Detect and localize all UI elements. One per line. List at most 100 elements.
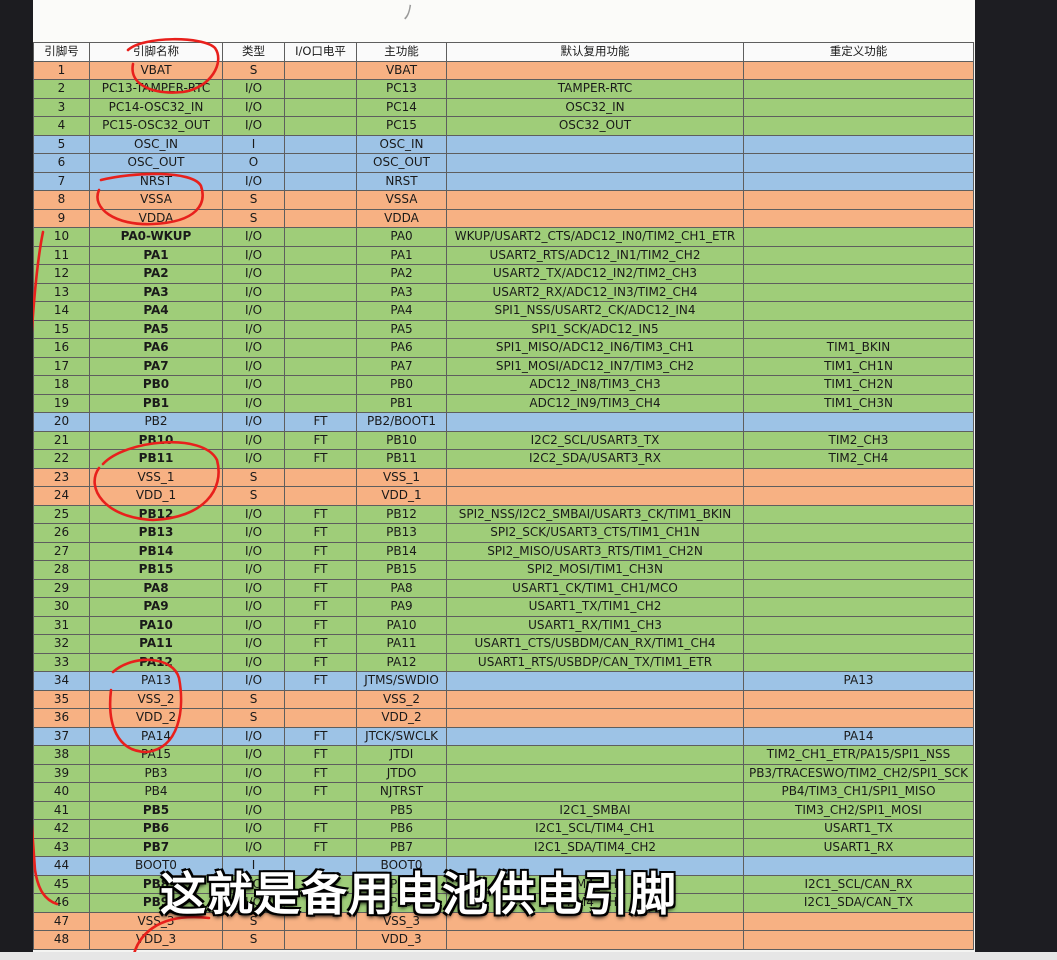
cell-remap-function: [743, 541, 974, 561]
cell-pin-number: 29: [33, 578, 90, 598]
cell-pin-number: 41: [33, 800, 90, 820]
cell-default-alternate: [446, 782, 744, 802]
cell-pin-type: I/O: [222, 97, 285, 117]
cell-default-alternate: OSC32_IN: [446, 97, 744, 117]
cell-pin-number: 43: [33, 837, 90, 857]
cell-pin-type: O: [222, 153, 285, 173]
table-row: 33 PA12 I/O FT PA12 USART1_RTS/USBDP/CAN_TX/T…: [33, 652, 974, 672]
cell-remap-function: TIM2_CH3: [743, 430, 974, 450]
cell-pin-number: 31: [33, 615, 90, 635]
cell-pin-type: I/O: [222, 671, 285, 691]
cell-main-function: PA4: [356, 301, 447, 321]
cell-remap-function: [743, 615, 974, 635]
cell-pin-type: I/O: [222, 615, 285, 635]
cell-main-function: PA0: [356, 227, 447, 247]
cell-remap-function: PA14: [743, 726, 974, 746]
cell-io-level: FT: [284, 597, 357, 617]
cell-main-function: PA8: [356, 578, 447, 598]
cell-main-function: PA12: [356, 652, 447, 672]
table-row: 21 PB10 I/O FT PB10 I2C2_SCL/USART3_TX TIM2_CH…: [33, 430, 974, 450]
cell-remap-function: [743, 578, 974, 598]
cell-io-level: FT: [284, 430, 357, 450]
cell-remap-function: TIM2_CH4: [743, 449, 974, 469]
cell-io-level: [284, 245, 357, 265]
cell-io-level: [284, 79, 357, 99]
table-row: 12 PA2 I/O PA2 USART2_TX/ADC12_IN2/TIM2_CH3: [33, 264, 974, 284]
table-row: 38 PA15 I/O FT JTDI TIM2_CH1_ETR/PA15/SPI1_NS…: [33, 745, 974, 765]
cell-pin-name: PA15: [89, 745, 223, 765]
cell-pin-number: 40: [33, 782, 90, 802]
cell-remap-function: [743, 652, 974, 672]
cell-pin-type: I/O: [222, 763, 285, 783]
header-main-function: 主功能: [356, 42, 447, 62]
cell-io-level: FT: [284, 652, 357, 672]
cell-io-level: FT: [284, 726, 357, 746]
cell-pin-type: I/O: [222, 541, 285, 561]
cell-pin-number: 22: [33, 449, 90, 469]
cell-remap-function: [743, 523, 974, 543]
cell-pin-name: PB2: [89, 412, 223, 432]
cell-main-function: PC14: [356, 97, 447, 117]
cell-pin-number: 19: [33, 393, 90, 413]
cell-pin-number: 5: [33, 134, 90, 154]
cell-pin-type: S: [222, 486, 285, 506]
pin-definition-sheet: ﾉ 引脚号 引脚名称 类型 I/O口电平 主功能 默认复用功能 重定义功能 1V…: [33, 0, 975, 960]
cell-remap-function: [743, 190, 974, 210]
cell-pin-number: 9: [33, 208, 90, 228]
cell-pin-type: I/O: [222, 282, 285, 302]
cell-main-function: NJTRST: [356, 782, 447, 802]
cell-remap-function: [743, 227, 974, 247]
cell-pin-type: I/O: [222, 504, 285, 524]
cell-default-alternate: [446, 930, 744, 950]
cell-pin-number: 21: [33, 430, 90, 450]
cell-io-level: [284, 171, 357, 191]
cell-io-level: [284, 467, 357, 487]
cell-remap-function: [743, 60, 974, 80]
cell-pin-name: PC15-OSC32_OUT: [89, 116, 223, 136]
cell-main-function: JTMS/SWDIO: [356, 671, 447, 691]
cell-pin-number: 20: [33, 412, 90, 432]
table-row: 27 PB14 I/O FT PB14 SPI2_MISO/USART3_RTS/TIM1…: [33, 541, 974, 561]
cell-main-function: PB15: [356, 560, 447, 580]
cell-pin-name: VSSA: [89, 190, 223, 210]
cell-pin-type: I/O: [222, 116, 285, 136]
cell-pin-name: VDD_2: [89, 708, 223, 728]
cell-io-level: [284, 393, 357, 413]
left-dark-border: [0, 0, 33, 960]
cell-remap-function: TIM2_CH1_ETR/PA15/SPI1_NSS: [743, 745, 974, 765]
cell-default-alternate: USART2_RTS/ADC12_IN1/TIM2_CH2: [446, 245, 744, 265]
cell-main-function: VSS_2: [356, 689, 447, 709]
cell-default-alternate: I2C2_SCL/USART3_TX: [446, 430, 744, 450]
table-row: 34 PA13 I/O FT JTMS/SWDIO PA13: [33, 671, 974, 691]
cell-main-function: PB7: [356, 837, 447, 857]
cell-default-alternate: [446, 745, 744, 765]
cell-pin-number: 14: [33, 301, 90, 321]
cell-pin-number: 35: [33, 689, 90, 709]
cell-pin-name: PA8: [89, 578, 223, 598]
table-row: 17 PA7 I/O PA7 SPI1_MOSI/ADC12_IN7/TIM3_CH2 T…: [33, 356, 974, 376]
cell-io-level: FT: [284, 504, 357, 524]
cell-pin-number: 18: [33, 375, 90, 395]
table-row: 29 PA8 I/O FT PA8 USART1_CK/TIM1_CH1/MCO: [33, 578, 974, 598]
cell-pin-name: PB15: [89, 560, 223, 580]
cell-main-function: JTCK/SWCLK: [356, 726, 447, 746]
cell-pin-type: I/O: [222, 449, 285, 469]
cell-remap-function: PA13: [743, 671, 974, 691]
cell-main-function: PB5: [356, 800, 447, 820]
cell-default-alternate: SPI2_MISO/USART3_RTS/TIM1_CH2N: [446, 541, 744, 561]
cell-pin-type: I/O: [222, 245, 285, 265]
cell-pin-name: PB13: [89, 523, 223, 543]
cell-io-level: [284, 338, 357, 358]
cell-remap-function: [743, 153, 974, 173]
cell-pin-name: PA13: [89, 671, 223, 691]
cell-pin-number: 33: [33, 652, 90, 672]
cell-pin-type: I/O: [222, 375, 285, 395]
cell-pin-number: 2: [33, 79, 90, 99]
cell-default-alternate: OSC32_OUT: [446, 116, 744, 136]
table-row: 1 VBAT S VBAT: [33, 60, 974, 80]
cell-remap-function: [743, 504, 974, 524]
table-row: 31 PA10 I/O FT PA10 USART1_RX/TIM1_CH3: [33, 615, 974, 635]
table-row: 30 PA9 I/O FT PA9 USART1_TX/TIM1_CH2: [33, 597, 974, 617]
cell-pin-number: 27: [33, 541, 90, 561]
cell-pin-name: VDDA: [89, 208, 223, 228]
